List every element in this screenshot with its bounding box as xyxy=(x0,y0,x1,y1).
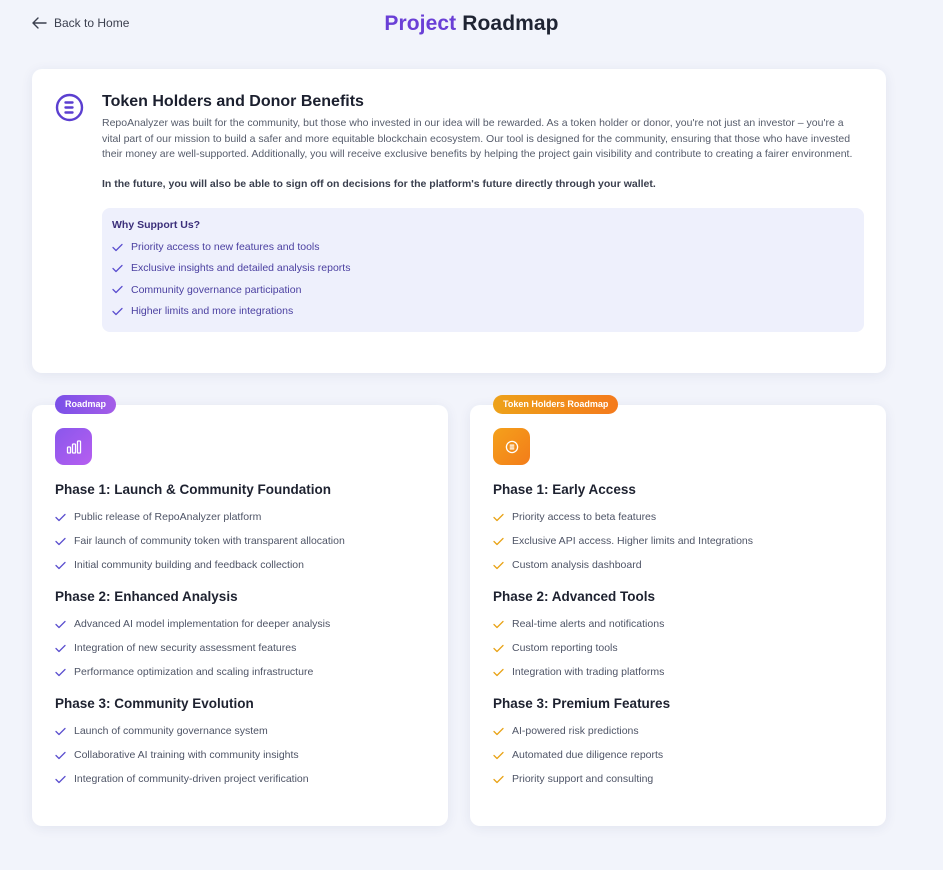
list-item-label: Community governance participation xyxy=(131,283,302,296)
list-item-label: Custom reporting tools xyxy=(512,642,618,654)
check-icon xyxy=(112,307,123,315)
check-icon xyxy=(493,537,504,545)
list-item-label: Real-time alerts and notifications xyxy=(512,618,665,630)
list-item-label: Launch of community governance system xyxy=(74,725,268,737)
list-item-label: Public release of RepoAnalyzer platform xyxy=(74,511,262,523)
list-item: Community governance participation xyxy=(112,279,854,300)
list-item: Exclusive insights and detailed analysis… xyxy=(112,258,854,279)
check-icon xyxy=(55,668,66,676)
token-phase-2: Phase 2: Advanced Tools Real-time alerts… xyxy=(493,589,866,684)
list-item: Higher limits and more integrations xyxy=(112,300,854,321)
list-item: Performance optimization and scaling inf… xyxy=(55,660,428,684)
why-support-title: Why Support Us? xyxy=(112,218,201,231)
roadmap-phase-1: Phase 1: Launch & Community Foundation P… xyxy=(55,482,428,577)
roadmap-card: Roadmap Phase 1: Launch & Community Foun… xyxy=(32,395,448,826)
list-item: Exclusive API access. Higher limits and … xyxy=(493,529,866,553)
phase-title: Phase 2: Advanced Tools xyxy=(493,589,656,604)
list-item: Custom analysis dashboard xyxy=(493,553,866,577)
check-icon xyxy=(55,620,66,628)
list-item-label: Priority access to beta features xyxy=(512,511,657,523)
list-item: Integration of new security assessment f… xyxy=(55,636,428,660)
token-holders-roadmap-card: Token Holders Roadmap Phase 1: Early Acc… xyxy=(470,395,886,826)
benefits-description: RepoAnalyzer was built for the community… xyxy=(102,117,853,160)
list-item-label: Performance optimization and scaling inf… xyxy=(74,666,314,678)
check-icon xyxy=(493,775,504,783)
check-icon xyxy=(55,644,66,652)
list-item: Priority access to beta features xyxy=(493,505,866,529)
check-icon xyxy=(55,537,66,545)
check-icon xyxy=(112,286,123,294)
list-item: Fair launch of community token with tran… xyxy=(55,529,428,553)
check-icon xyxy=(55,775,66,783)
list-item-label: Automated due diligence reports xyxy=(512,749,664,761)
check-icon xyxy=(493,751,504,759)
token-phase-1: Phase 1: Early Access Priority access to… xyxy=(493,482,866,577)
list-item: Advanced AI model implementation for dee… xyxy=(55,612,428,636)
list-item-label: Integration of community-driven project … xyxy=(74,773,309,785)
support-list: Priority access to new features and tool… xyxy=(112,237,854,322)
list-item-label: Custom analysis dashboard xyxy=(512,559,642,571)
list-item-label: Exclusive insights and detailed analysis… xyxy=(131,262,351,275)
benefits-title: Token Holders and Donor Benefits xyxy=(102,93,364,110)
roadmap-phase-2: Phase 2: Enhanced Analysis Advanced AI m… xyxy=(55,589,428,684)
token-logo-icon xyxy=(55,93,84,127)
roadmap-badge: Roadmap xyxy=(55,395,117,414)
list-item-label: Fair launch of community token with tran… xyxy=(74,535,345,547)
list-item-label: Collaborative AI training with community… xyxy=(74,749,299,761)
check-icon xyxy=(112,264,123,273)
roadmap-phase-3: Phase 3: Community Evolution Launch of c… xyxy=(55,696,428,791)
list-item-label: AI-powered risk predictions xyxy=(512,725,639,737)
page-title-rest: Roadmap xyxy=(462,12,559,35)
list-item-label: Initial community building and feedback … xyxy=(74,559,304,571)
list-item-label: Integration of new security assessment f… xyxy=(74,642,297,654)
check-icon xyxy=(493,644,504,652)
check-icon xyxy=(493,727,504,735)
list-item-label: Advanced AI model implementation for dee… xyxy=(74,618,331,630)
check-icon xyxy=(55,727,66,735)
bar-chart-icon xyxy=(55,428,92,465)
list-item: Priority support and consulting xyxy=(493,767,866,791)
check-icon xyxy=(493,620,504,628)
phase-title: Phase 1: Launch & Community Foundation xyxy=(55,482,332,497)
page-title: Project Roadmap xyxy=(0,12,943,36)
list-item-label: Integration with trading platforms xyxy=(512,666,665,678)
list-item: Integration of community-driven project … xyxy=(55,767,428,791)
token-phase-3: Phase 3: Premium Features AI-powered ris… xyxy=(493,696,866,791)
list-item-label: Higher limits and more integrations xyxy=(131,305,294,318)
phase-title: Phase 1: Early Access xyxy=(493,482,636,497)
list-item: Integration with trading platforms xyxy=(493,660,866,684)
list-item: Launch of community governance system xyxy=(55,719,428,743)
list-item: AI-powered risk predictions xyxy=(493,719,866,743)
list-item: Initial community building and feedback … xyxy=(55,553,428,577)
token-holders-roadmap-badge: Token Holders Roadmap xyxy=(493,395,619,414)
list-item-label: Priority support and consulting xyxy=(512,773,654,785)
phase-title: Phase 2: Enhanced Analysis xyxy=(55,589,238,604)
benefits-note: In the future, you will also be able to … xyxy=(102,177,656,190)
phase-title: Phase 3: Community Evolution xyxy=(55,696,254,711)
list-item-label: Exclusive API access. Higher limits and … xyxy=(512,535,754,547)
check-icon xyxy=(55,561,66,569)
check-icon xyxy=(55,513,66,521)
list-item: Real-time alerts and notifications xyxy=(493,612,866,636)
list-item: Custom reporting tools xyxy=(493,636,866,660)
list-item: Automated due diligence reports xyxy=(493,743,866,767)
check-icon xyxy=(493,513,504,521)
page-title-accent: Project xyxy=(384,12,457,35)
check-icon xyxy=(493,561,504,569)
token-icon xyxy=(493,428,530,465)
list-item: Collaborative AI training with community… xyxy=(55,743,428,767)
list-item: Public release of RepoAnalyzer platform xyxy=(55,505,428,529)
list-item-label: Priority access to new features and tool… xyxy=(131,241,320,254)
why-support-box: Why Support Us? Priority access to new f… xyxy=(102,207,864,332)
benefits-card: Token Holders and Donor Benefits RepoAna… xyxy=(32,69,886,373)
list-item: Priority access to new features and tool… xyxy=(112,237,854,258)
check-icon xyxy=(55,751,66,759)
check-icon xyxy=(493,668,504,676)
check-icon xyxy=(112,243,123,251)
phase-title: Phase 3: Premium Features xyxy=(493,696,671,711)
